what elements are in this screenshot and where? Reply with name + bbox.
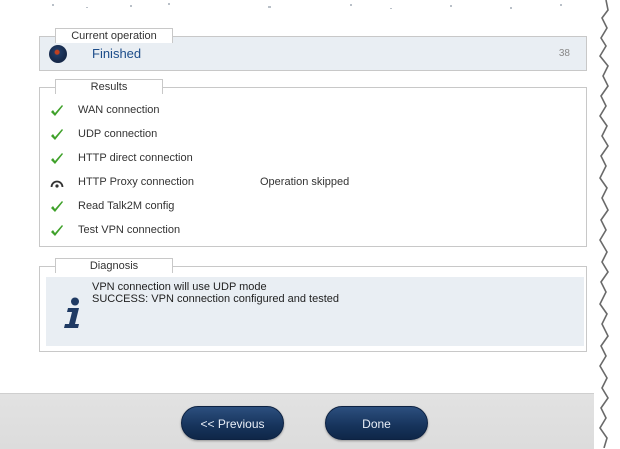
result-row-talk2m: Read Talk2M config	[40, 196, 586, 220]
result-label: UDP connection	[78, 128, 158, 140]
wizard-footer: << Previous Done	[0, 393, 594, 449]
status-record-icon	[49, 45, 67, 63]
top-edge-specks	[52, 3, 562, 9]
results-panel: Results WAN connection UDP connection HT…	[39, 79, 587, 247]
operation-status: Finished	[92, 46, 142, 61]
operation-count: 38	[558, 48, 570, 59]
torn-paper-edge	[599, 0, 620, 448]
result-label: Read Talk2M config	[78, 200, 175, 212]
check-icon	[51, 201, 63, 212]
skipped-gauge-icon	[50, 180, 64, 188]
result-status: Operation skipped	[260, 176, 350, 188]
diagnosis-text: VPN connection will use UDP mode SUCCESS…	[92, 281, 339, 305]
result-row-wan: WAN connection	[40, 100, 586, 124]
results-title: Results	[55, 79, 163, 94]
check-icon	[51, 153, 63, 164]
current-operation-panel: Current operation Finished 38	[39, 28, 587, 71]
check-icon	[51, 225, 63, 236]
result-label: WAN connection	[78, 104, 160, 116]
diagnosis-line: VPN connection will use UDP mode	[92, 281, 267, 293]
result-row-udp: UDP connection	[40, 124, 586, 148]
result-row-vpn: Test VPN connection	[40, 220, 586, 244]
result-label: HTTP direct connection	[78, 152, 193, 164]
info-icon	[64, 297, 79, 328]
diagnosis-title: Diagnosis	[55, 258, 173, 273]
result-label: Test VPN connection	[78, 224, 181, 236]
diagnosis-message-box: VPN connection will use UDP mode SUCCESS…	[46, 277, 584, 346]
result-label: HTTP Proxy connection	[78, 176, 194, 188]
check-icon	[51, 129, 63, 140]
check-icon	[51, 105, 63, 116]
diagnosis-line: SUCCESS: VPN connection configured and t…	[92, 293, 340, 305]
diagnosis-panel: Diagnosis VPN connection will use UDP mo…	[39, 258, 587, 352]
previous-button[interactable]: << Previous	[181, 406, 284, 440]
current-operation-title: Current operation	[55, 28, 173, 43]
done-button[interactable]: Done	[325, 406, 428, 440]
result-row-http-proxy: HTTP Proxy connection Operation skipped	[40, 172, 586, 196]
result-row-http-direct: HTTP direct connection	[40, 148, 586, 172]
